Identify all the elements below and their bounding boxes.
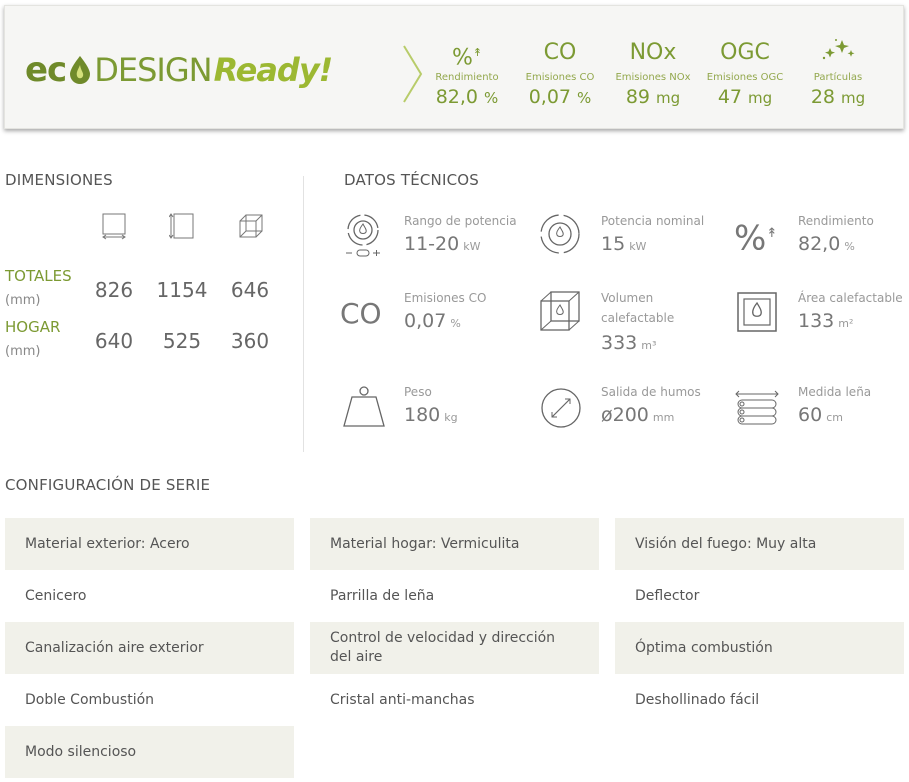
config-item: Deshollinado fácil bbox=[635, 691, 760, 708]
metric-particulas: Partículas 28 mg bbox=[793, 36, 883, 108]
config-item: Parrilla de leña bbox=[330, 587, 435, 604]
tech-peso: Peso 180 kg bbox=[340, 382, 530, 442]
height-dimension-icon bbox=[169, 213, 194, 239]
tech-rango-potencia: Rango de potencia 11-20 kW bbox=[340, 211, 530, 271]
config-item: Cenicero bbox=[25, 587, 87, 604]
drop-logo-icon bbox=[70, 56, 91, 84]
dim-totales-width: 826 bbox=[94, 278, 134, 302]
depth-cube-icon bbox=[239, 214, 263, 238]
metric-nox: NOx Emisiones NOx 89 mg bbox=[615, 40, 691, 108]
power-range-icon bbox=[346, 214, 380, 257]
percent-arrow-icon: %↟ bbox=[734, 218, 778, 259]
tech-area-calefactable: Área calefactable 133 m² bbox=[734, 288, 904, 348]
area-flame-icon bbox=[737, 292, 777, 332]
dimensiones-title: DIMENSIONES bbox=[5, 171, 113, 189]
row-label-totales: TOTALES bbox=[5, 267, 72, 285]
tech-potencia-nominal: Potencia nominal 15 kW bbox=[537, 211, 727, 271]
logo-ready: Ready! bbox=[213, 51, 334, 89]
tech-emisiones-co: CO Emisiones CO 0,07% bbox=[340, 288, 530, 348]
ecodesign-banner: ec DESIGN Ready! %↟ Rendimiento 82,0 % C… bbox=[4, 5, 904, 129]
datos-tecnicos-title: DATOS TÉCNICOS bbox=[344, 171, 480, 189]
tech-volumen-calefactable: Volumen calefactable 333 m³ bbox=[537, 288, 727, 358]
dim-hogar-depth: 360 bbox=[230, 329, 270, 353]
volume-cube-icon bbox=[540, 291, 580, 331]
logo-eco: ec bbox=[25, 50, 67, 90]
dim-hogar-height: 525 bbox=[162, 329, 202, 353]
config-item: Deflector bbox=[635, 587, 700, 604]
dim-hogar-width: 640 bbox=[94, 329, 134, 353]
width-dimension-icon bbox=[102, 213, 126, 240]
metric-co: CO Emisiones CO 0,07 % bbox=[525, 40, 595, 108]
config-item: Modo silencioso bbox=[5, 726, 294, 778]
tech-medida-lena: Medida leña 60 cm bbox=[734, 382, 904, 442]
metric-rendimiento: %↟ Rendimiento 82,0 % bbox=[422, 36, 512, 108]
config-item: Cristal anti-manchas bbox=[330, 691, 475, 708]
config-item: Óptima combustión bbox=[615, 622, 904, 674]
tech-rendimiento: %↟ Rendimiento 82,0% bbox=[734, 211, 904, 271]
dim-totales-height: 1154 bbox=[156, 278, 208, 302]
configuracion-title: CONFIGURACIÓN DE SERIE bbox=[5, 476, 211, 494]
co-symbol: CO bbox=[340, 297, 382, 330]
logo-design: DESIGN bbox=[94, 51, 212, 89]
config-item: Visión del fuego: Muy alta bbox=[615, 518, 904, 570]
diameter-icon bbox=[541, 388, 581, 428]
config-item: Canalización aire exterior bbox=[5, 622, 294, 674]
row-unit-hogar: (mm) bbox=[5, 344, 41, 359]
firewood-logs-icon bbox=[735, 390, 779, 425]
ecodesign-logo: ec DESIGN Ready! bbox=[25, 48, 334, 92]
tech-salida-humos: Salida de humos ø200 mm bbox=[537, 382, 727, 442]
row-label-hogar: HOGAR bbox=[5, 318, 61, 336]
percent-arrow-icon: %↟ bbox=[451, 45, 483, 71]
row-unit-totales: (mm) bbox=[5, 293, 41, 308]
sparkles-icon bbox=[822, 39, 855, 60]
config-item: Material hogar: Vermiculita bbox=[310, 518, 599, 570]
config-item: Doble Combustión bbox=[25, 691, 155, 708]
section-divider bbox=[303, 176, 304, 452]
weight-icon bbox=[343, 386, 385, 427]
power-nominal-icon bbox=[540, 214, 580, 254]
config-item: Material exterior: Acero bbox=[5, 518, 294, 570]
config-item: Control de velocidad y dirección del air… bbox=[310, 622, 599, 674]
metric-ogc: OGC Emisiones OGC 47 mg bbox=[706, 40, 784, 108]
dim-totales-depth: 646 bbox=[230, 278, 270, 302]
